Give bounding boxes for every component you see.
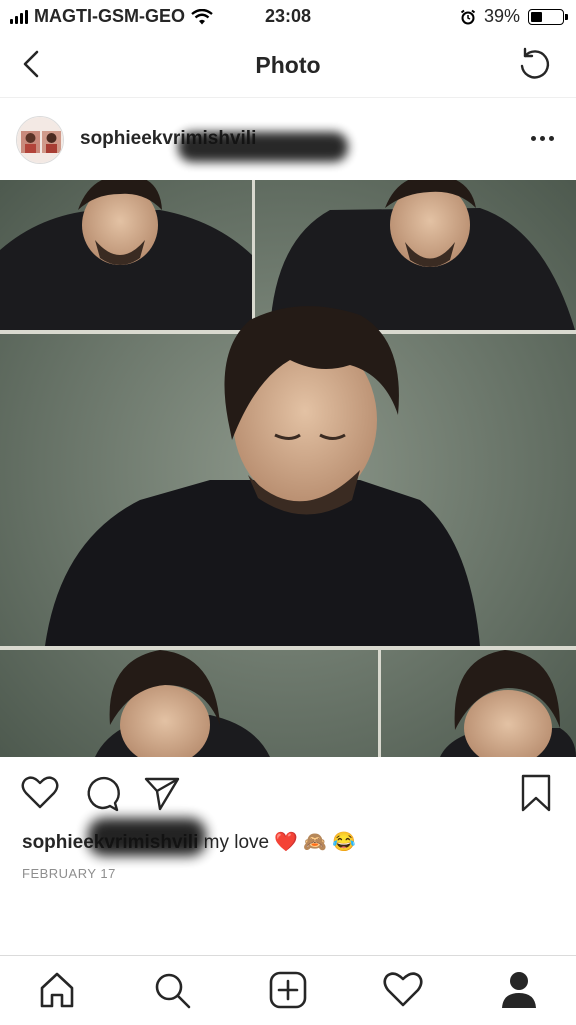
status-bar: MAGTI-GSM-GEO 23:08 39% [0, 0, 576, 34]
username-redaction [178, 132, 348, 162]
battery-percent: 39% [483, 6, 520, 26]
comment-icon[interactable] [82, 773, 122, 813]
profile-icon[interactable] [497, 968, 541, 1012]
refresh-icon[interactable] [516, 46, 554, 84]
activity-heart-icon[interactable] [381, 968, 425, 1012]
photo-collage [0, 180, 576, 757]
bookmark-icon[interactable] [516, 773, 556, 813]
share-icon[interactable] [142, 773, 182, 813]
post-date: FEBRUARY 17 [22, 866, 116, 881]
post-photo[interactable] [0, 180, 576, 757]
alarm-icon [460, 9, 476, 24]
heart-icon[interactable] [20, 773, 60, 813]
search-icon[interactable] [150, 968, 194, 1012]
battery-group: 39% [460, 6, 568, 27]
battery-icon [528, 8, 568, 25]
home-icon[interactable] [35, 968, 79, 1012]
avatar[interactable] [16, 116, 64, 164]
tab-bar [0, 955, 576, 1025]
nav-bar: Photo [0, 34, 576, 98]
caption-text: my love [203, 832, 270, 853]
page-title: Photo [255, 52, 321, 78]
caption-emojis: ❤️ 🙈 😂 [274, 832, 356, 853]
add-post-icon[interactable] [266, 968, 310, 1012]
caption-redaction [88, 818, 206, 856]
post-actions [0, 757, 576, 827]
more-options-icon[interactable] [531, 136, 554, 141]
